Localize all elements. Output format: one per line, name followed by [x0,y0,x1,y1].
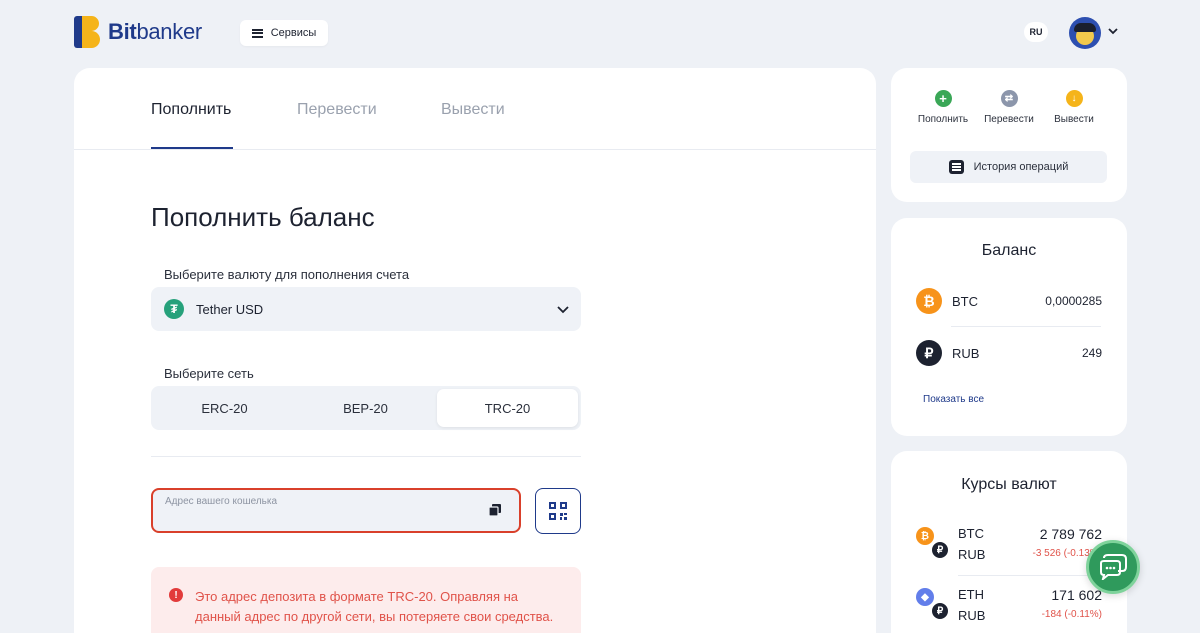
rates-card: Курсы валют ₿ ₽ BTC RUB 2 789 762 -3 526 … [891,451,1127,633]
show-all-link[interactable]: Показать все [923,394,984,405]
network-option-erc20[interactable]: ERC-20 [154,389,295,427]
services-label: Сервисы [270,27,317,39]
chevron-down-icon[interactable] [1108,26,1118,36]
logo[interactable]: Bitbanker [74,16,202,48]
actions-card: + Пополнить ⇄ Перевести ↓ Вывести Истори… [891,68,1127,202]
balance-card: Баланс ₿ BTC 0,0000285 ₽ RUB 249 Показат… [891,218,1127,436]
tab-withdraw[interactable]: Вывести [441,101,505,119]
network-label: Выберите сеть [164,366,254,381]
page-title: Пополнить баланс [151,202,375,232]
chat-button[interactable] [1086,540,1140,594]
history-button[interactable]: История операций [910,151,1107,183]
deposit-card: Пополнить Перевести Вывести Пополнить ба… [74,68,876,633]
balance-symbol: BTC [952,294,978,309]
network-option-bep20[interactable]: BEP-20 [295,389,436,427]
logo-mark-icon [74,16,100,48]
withdraw-icon: ↓ [1065,90,1083,107]
action-transfer[interactable]: ⇄ Перевести [979,90,1039,125]
network-selector: ERC-20 BEP-20 TRC-20 [151,386,581,430]
rate-value: 171 602 [1051,587,1102,603]
rate-pair: BTC RUB [958,526,986,562]
ethereum-icon: ◆ [916,588,934,606]
balance-value: 249 [1081,346,1102,360]
rate-row[interactable]: ₿ ₽ BTC RUB 2 789 762 -3 526 (-0.13%) [916,523,1102,565]
warning-icon: ! [169,588,183,602]
transfer-icon: ⇄ [1000,90,1018,107]
qr-code-icon [549,502,567,520]
action-deposit[interactable]: + Пополнить [913,90,973,125]
language-switch[interactable]: RU [1024,22,1048,42]
logo-text: Bitbanker [108,19,202,44]
balance-title: Баланс [981,242,1037,259]
tab-transfer[interactable]: Перевести [297,101,377,119]
balance-row[interactable]: ₽ RUB 249 [916,340,1102,366]
balance-symbol: RUB [952,346,980,361]
divider [151,456,581,457]
currency-label: Выберите валюту для пополнения счета [164,267,410,282]
history-label: История операций [973,161,1069,173]
qr-code-button[interactable] [535,488,581,534]
active-tab-indicator [151,147,233,149]
divider [958,575,1103,576]
ruble-icon: ₽ [916,340,942,366]
tab-deposit[interactable]: Пополнить [151,101,231,119]
network-warning: ! Это адрес депозита в формате TRC-20. О… [151,567,581,633]
divider [951,326,1101,327]
chat-icon [1100,554,1127,580]
ruble-icon: ₽ [931,602,949,620]
rate-change: -184 (-0.11%) [1041,609,1102,620]
warning-text: Это адрес депозита в формате TRC-20. Опр… [195,589,554,624]
services-button[interactable]: Сервисы [240,20,328,46]
wallet-address-field[interactable]: Адрес вашего кошелька [151,488,521,533]
copy-icon[interactable] [489,504,501,516]
currency-value: Tether USD [196,301,264,317]
rate-value: 2 789 762 [1039,526,1102,542]
network-option-trc20[interactable]: TRC-20 [437,389,578,427]
currency-select[interactable]: ₮ Tether USD [151,287,581,331]
plus-icon: + [934,90,952,107]
ruble-icon: ₽ [931,541,949,559]
chevron-down-icon [557,306,569,314]
tether-icon: ₮ [164,299,184,319]
menu-icon [251,28,263,38]
avatar[interactable] [1069,17,1101,49]
wallet-address-placeholder: Адрес вашего кошелька [165,496,278,507]
rates-title: Курсы валют [961,476,1057,493]
operation-tabs: Пополнить Перевести Вывести [74,68,876,150]
balance-row[interactable]: ₿ BTC 0,0000285 [916,288,1102,314]
rate-row[interactable]: ◆ ₽ ETH RUB 171 602 -184 (-0.11%) [916,584,1102,626]
rate-pair: ETH RUB [958,587,986,623]
bitcoin-icon: ₿ [916,288,942,314]
bitcoin-icon: ₿ [916,527,934,545]
action-withdraw[interactable]: ↓ Вывести [1044,90,1104,125]
balance-value: 0,0000285 [1045,294,1102,308]
list-icon [948,160,964,174]
